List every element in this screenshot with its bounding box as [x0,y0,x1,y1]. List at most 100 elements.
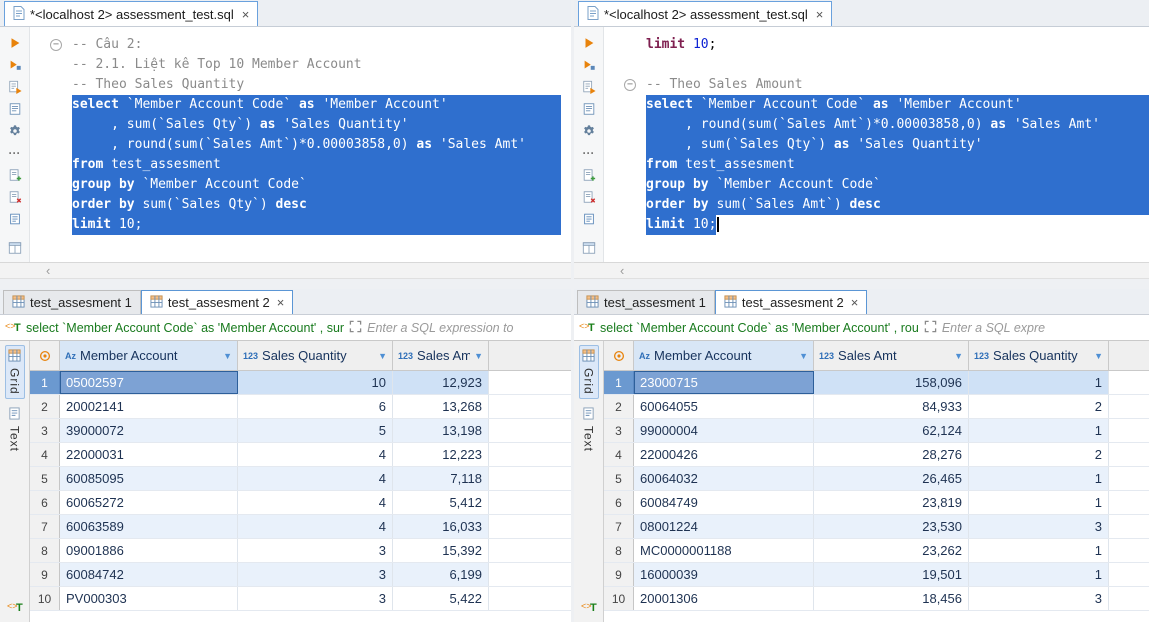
filter-query-text[interactable]: select `Member Account Code` as 'Member … [600,321,919,335]
row-number[interactable]: 1 [604,371,634,394]
grid-cell[interactable]: 28,276 [814,443,969,466]
grid-cell[interactable]: 18,456 [814,587,969,610]
more-actions-icon[interactable]: ··· [7,145,23,161]
code-line[interactable]: , sum(`Sales Qty`) as 'Sales Quantity' [30,115,571,135]
result-tab-1[interactable]: test_assesment 1 [577,290,715,314]
column-menu-icon[interactable]: ▼ [954,351,963,361]
filter-placeholder[interactable]: Enter a SQL expression to [367,321,566,335]
grid-cell[interactable]: 3 [238,563,393,586]
grid-cell[interactable]: 4 [238,491,393,514]
table-row[interactable]: 8 09001886 3 15,392 [30,539,571,563]
column-menu-icon[interactable]: ▼ [1094,351,1103,361]
open-script-icon[interactable] [7,211,23,227]
table-row[interactable]: 6 60065272 4 5,412 [30,491,571,515]
delete-script-icon[interactable] [581,189,597,205]
fold-collapse-icon[interactable]: − [624,79,636,91]
grid-cell[interactable]: MC0000001188 [634,539,814,562]
grid-cell[interactable]: 60063589 [60,515,238,538]
execute-new-tab-icon[interactable] [581,57,597,73]
grid-cell[interactable]: 60085095 [60,467,238,490]
table-row[interactable]: 4 22000031 4 12,223 [30,443,571,467]
grid-cell[interactable]: 20002141 [60,395,238,418]
row-number[interactable]: 2 [604,395,634,418]
select-all-corner[interactable] [30,341,60,370]
row-number[interactable]: 2 [30,395,60,418]
column-header-sales-quantity[interactable]: 123 Sales Quantity ▼ [238,341,393,370]
value-viewer-icon[interactable]: <> T [7,599,23,616]
split-view-icon[interactable] [7,240,23,256]
row-number[interactable]: 7 [30,515,60,538]
grid-cell[interactable]: 2 [969,395,1109,418]
grid-cell[interactable]: 22000426 [634,443,814,466]
grid-cell[interactable]: 4 [238,515,393,538]
grid-cell[interactable]: 15,392 [393,539,489,562]
value-viewer-icon[interactable]: <> T [581,599,597,616]
grid-cell[interactable]: 5,412 [393,491,489,514]
grid-cell[interactable]: 23,819 [814,491,969,514]
table-row[interactable]: 9 60084742 3 6,199 [30,563,571,587]
row-number[interactable]: 4 [604,443,634,466]
grid-cell[interactable]: 12,223 [393,443,489,466]
execute-statement-icon[interactable] [581,35,597,51]
execute-script-icon[interactable] [7,79,23,95]
grid-cell[interactable]: 13,198 [393,419,489,442]
code-line[interactable]: , sum(`Sales Qty`) as 'Sales Quantity' [604,135,1149,155]
column-menu-icon[interactable]: ▼ [223,351,232,361]
column-header-sales-quantity[interactable]: 123 Sales Quantity ▼ [969,341,1109,370]
grid-cell[interactable]: 2 [969,443,1109,466]
row-number[interactable]: 10 [30,587,60,610]
execute-statement-icon[interactable] [7,35,23,51]
explain-plan-icon[interactable] [7,101,23,117]
grid-cell[interactable]: 3 [969,515,1109,538]
table-row[interactable]: 6 60084749 23,819 1 [604,491,1149,515]
open-script-icon[interactable] [581,211,597,227]
grid-cell[interactable]: 1 [969,563,1109,586]
horizontal-scrollbar[interactable]: ‹ [0,263,571,279]
settings-gear-icon[interactable] [581,123,597,139]
code-line[interactable]: group by `Member Account Code` [30,175,571,195]
grid-cell[interactable]: PV000303 [60,587,238,610]
grid-cell[interactable]: 60064055 [634,395,814,418]
row-number[interactable]: 5 [604,467,634,490]
table-row[interactable]: 2 60064055 84,933 2 [604,395,1149,419]
scroll-left-arrow[interactable]: ‹ [620,263,624,278]
filter-placeholder[interactable]: Enter a SQL expre [942,321,1144,335]
row-number[interactable]: 6 [604,491,634,514]
grid-cell[interactable]: 3 [969,587,1109,610]
code-line[interactable]: select `Member Account Code` as 'Member … [30,95,571,115]
grid-cell[interactable]: 7,118 [393,467,489,490]
table-row[interactable]: 9 16000039 19,501 1 [604,563,1149,587]
horizontal-scrollbar[interactable]: ‹ [574,263,1149,279]
row-number[interactable]: 3 [604,419,634,442]
code-line[interactable]: -- 2.1. Liệt kê Top 10 Member Account [30,55,571,75]
grid-cell[interactable]: 26,465 [814,467,969,490]
filter-icon[interactable]: <> T [579,319,595,336]
row-number[interactable]: 8 [30,539,60,562]
column-menu-icon[interactable]: ▼ [799,351,808,361]
table-row[interactable]: 10 20001306 18,456 3 [604,587,1149,611]
explain-plan-icon[interactable] [581,101,597,117]
column-header-sales-amt[interactable]: 123 Sales Amt ▼ [393,341,489,370]
result-tab-1[interactable]: test_assesment 1 [3,290,141,314]
row-number[interactable]: 8 [604,539,634,562]
side-tab-text[interactable]: Text [6,404,24,455]
code-area[interactable]: limit 10; − -- Theo Sales Amount select `… [604,27,1149,262]
table-row[interactable]: 8 MC0000001188 23,262 1 [604,539,1149,563]
table-row[interactable]: 1 05002597 10 12,923 [30,371,571,395]
column-header-member-account[interactable]: Az Member Account ▼ [60,341,238,370]
side-tab-grid[interactable]: Grid [578,345,599,399]
code-line[interactable]: , round(sum(`Sales Amt`)*0.00003858,0) a… [30,135,571,155]
table-row[interactable]: 10 PV000303 3 5,422 [30,587,571,611]
result-tab-2[interactable]: test_assesment 2 × [140,290,294,314]
settings-gear-icon[interactable] [7,123,23,139]
execute-new-tab-icon[interactable] [7,57,23,73]
new-script-icon[interactable] [7,167,23,183]
row-number[interactable]: 3 [30,419,60,442]
row-number[interactable]: 5 [30,467,60,490]
table-row[interactable]: 1 23000715 158,096 1 [604,371,1149,395]
grid-cell[interactable]: 20001306 [634,587,814,610]
code-line[interactable]: from test_assesment [604,155,1149,175]
column-menu-icon[interactable]: ▼ [474,351,483,361]
table-row[interactable]: 5 60064032 26,465 1 [604,467,1149,491]
grid-cell[interactable]: 19,501 [814,563,969,586]
